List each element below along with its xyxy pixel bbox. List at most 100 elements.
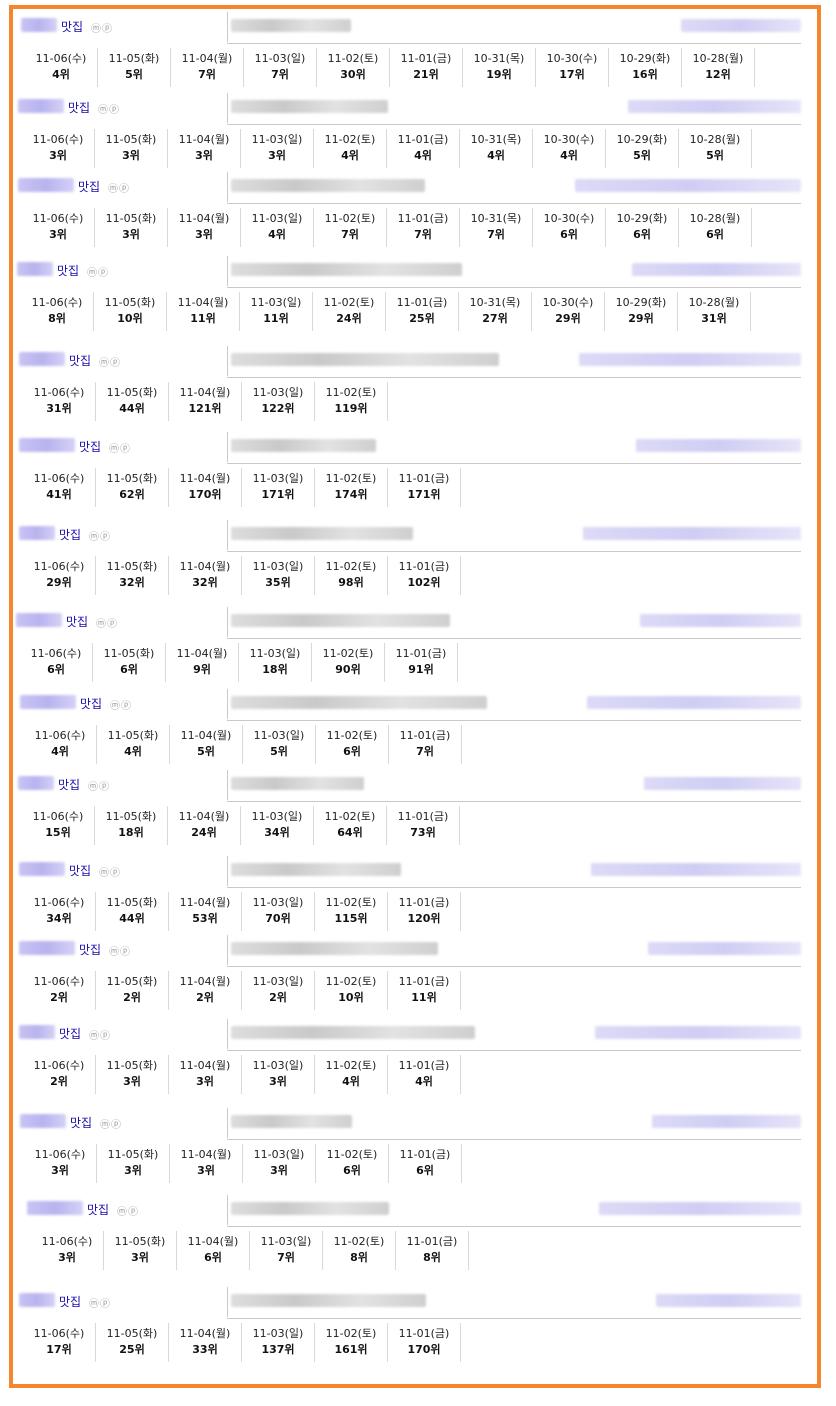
mp-badge-icon[interactable]: ⓜⓟ [109,440,131,455]
mp-badge-icon[interactable]: ⓜⓟ [89,1027,111,1042]
day-rank-cell: 11-04(월) 3위 [168,129,241,168]
row-divider [227,463,801,464]
day-rank-cell: 11-03(일) 7위 [244,48,317,87]
day-rank-cell: 11-04(월) 32위 [169,556,242,595]
day-rank-cell: 11-01(금) 91위 [385,643,458,682]
day-rank-cell: 11-03(일) 2위 [242,971,315,1010]
day-label: 11-04(월) [179,1327,231,1340]
day-label: 11-03(일) [252,896,304,909]
rank-value: 2위 [50,991,68,1004]
mp-badge-icon[interactable]: ⓜⓟ [89,528,111,543]
rank-value: 32위 [119,576,145,589]
rank-value: 4위 [52,68,70,81]
day-label: 11-04(월) [181,52,233,65]
blurred-place-name [20,1114,66,1128]
day-rank-cell: 11-05(화) 3위 [96,1055,169,1094]
day-label: 11-01(금) [398,1327,450,1340]
day-label: 11-05(화) [106,1059,158,1072]
keyword-link[interactable]: 맛집 [59,526,81,543]
rank-value: 7위 [198,68,216,81]
header-divider [227,12,228,42]
day-label: 11-02(토) [324,133,376,146]
rank-value: 115위 [334,912,368,925]
daily-rank-row: 11-06(수) 31위 11-05(화) 44위 11-04(월) 121위 11-03(… [23,382,388,421]
day-rank-cell: 11-06(수) 6위 [20,643,93,682]
day-label: 11-04(월) [179,975,231,988]
blurred-place-name [18,776,54,790]
blurred-place-name [18,99,64,113]
keyword-link[interactable]: 맛집 [59,1293,81,1310]
rank-value: 29위 [46,576,72,589]
keyword-header: 맛집 ⓜⓟ [13,854,809,888]
keyword-link[interactable]: 맛집 [80,695,102,712]
mp-badge-icon[interactable]: ⓜⓟ [99,864,121,879]
day-rank-cell: 11-05(화) 25위 [96,1323,169,1362]
mp-badge-icon[interactable]: ⓜⓟ [98,101,120,116]
day-label: 11-04(월) [180,729,232,742]
day-rank-cell: 11-03(일) 3위 [241,129,314,168]
mp-badge-icon[interactable]: ⓜⓟ [109,943,131,958]
day-rank-cell: 11-06(수) 8위 [21,292,94,331]
keyword-link[interactable]: 맛집 [69,352,91,369]
keyword-link[interactable]: 맛집 [58,776,80,793]
blurred-category [644,777,801,790]
day-label: 11-04(월) [178,133,230,146]
day-rank-cell: 10-31(목) 27위 [459,292,532,331]
day-label: 11-05(화) [106,472,158,485]
keyword-link[interactable]: 맛집 [70,1114,92,1131]
keyword-link[interactable]: 맛집 [69,862,91,879]
blurred-category [591,863,801,876]
keyword-link[interactable]: 맛집 [87,1201,109,1218]
rank-value: 3위 [122,228,140,241]
day-rank-cell: 11-02(토) 98위 [315,556,388,595]
header-divider [227,770,228,800]
day-rank-cell: 11-02(토) 4위 [315,1055,388,1094]
day-label: 11-06(수) [30,647,82,660]
blurred-address [231,942,438,955]
mp-badge-icon[interactable]: ⓜⓟ [96,615,118,630]
day-rank-cell: 11-01(금) 8위 [396,1231,469,1270]
day-label: 10-31(목) [473,52,525,65]
mp-badge-icon[interactable]: ⓜⓟ [108,180,130,195]
day-rank-cell: 11-04(월) 6위 [177,1231,250,1270]
keyword-link[interactable]: 맛집 [61,18,83,35]
day-label: 11-01(금) [406,1235,458,1248]
rank-value: 35위 [265,576,291,589]
mp-badge-icon[interactable]: ⓜⓟ [117,1203,139,1218]
keyword-link[interactable]: 맛집 [78,178,100,195]
mp-badge-icon[interactable]: ⓜⓟ [100,1116,122,1131]
mp-badge-icon[interactable]: ⓜⓟ [99,354,121,369]
day-label: 11-03(일) [253,729,305,742]
mp-badge-icon[interactable]: ⓜⓟ [88,778,110,793]
rank-value: 6위 [416,1164,434,1177]
day-rank-cell: 11-04(월) 33위 [169,1323,242,1362]
day-rank-cell: 11-02(토) 24위 [313,292,386,331]
rank-value: 3위 [131,1251,149,1264]
keyword-link[interactable]: 맛집 [59,1025,81,1042]
keyword-link[interactable]: 맛집 [57,262,79,279]
rank-value: 5위 [706,149,724,162]
rank-value: 5위 [633,149,651,162]
day-rank-cell: 10-31(목) 7위 [460,208,533,247]
mp-badge-icon[interactable]: ⓜⓟ [110,697,132,712]
rank-value: 11위 [411,991,437,1004]
row-divider [227,638,801,639]
day-label: 11-02(토) [325,472,377,485]
mp-badge-icon[interactable]: ⓜⓟ [87,264,109,279]
day-rank-cell: 10-29(화) 6위 [606,208,679,247]
day-label: 11-06(수) [33,1327,85,1340]
day-rank-cell: 11-05(화) 44위 [96,892,169,931]
day-rank-cell: 11-03(일) 5위 [243,725,316,764]
day-label: 11-05(화) [105,810,157,823]
rank-value: 4위 [124,745,142,758]
keyword-link[interactable]: 맛집 [68,99,90,116]
keyword-entry: 맛집 ⓜⓟ 11-06(수) 31위 11-05(화) 44위 11-04(월) 121위 11… [13,344,809,422]
keyword-link[interactable]: 맛집 [66,613,88,630]
keyword-link[interactable]: 맛집 [79,941,101,958]
mp-badge-icon[interactable]: ⓜⓟ [89,1295,111,1310]
day-rank-cell: 11-05(화) 3위 [95,208,168,247]
day-rank-cell: 11-01(금) 102위 [388,556,461,595]
keyword-link[interactable]: 맛집 [79,438,101,455]
mp-badge-icon[interactable]: ⓜⓟ [91,20,113,35]
day-rank-cell: 11-05(화) 4위 [97,725,170,764]
